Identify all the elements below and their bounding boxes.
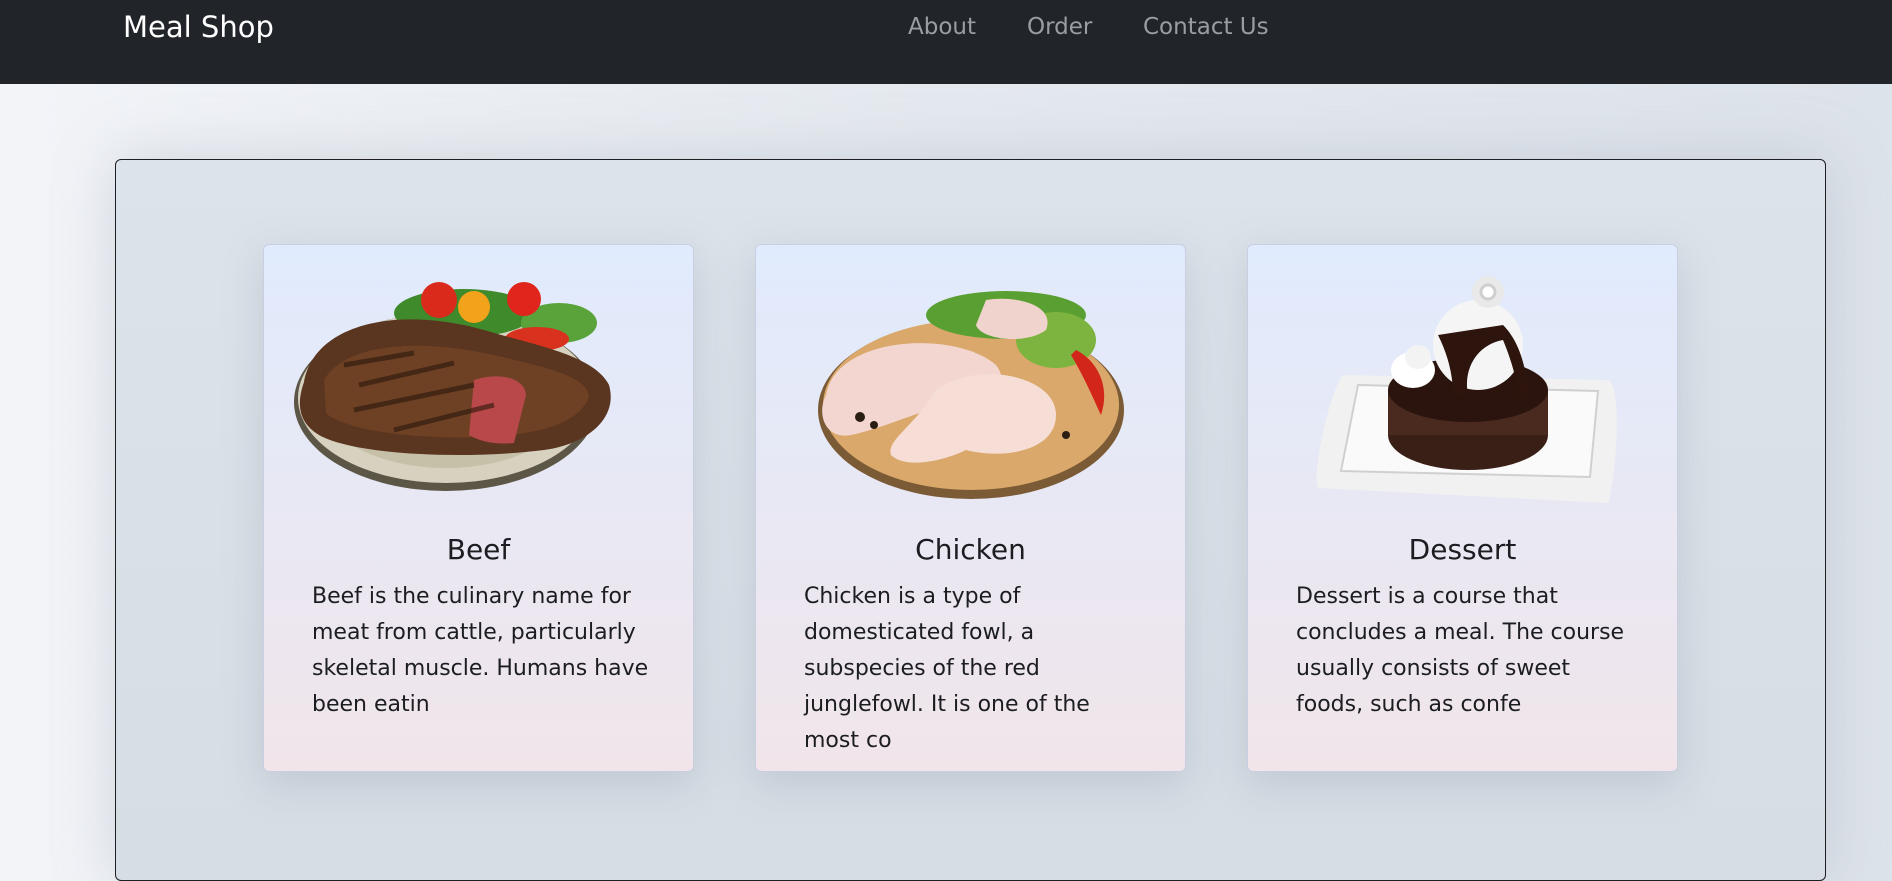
card-title: Chicken	[915, 533, 1026, 566]
nav-links: About Order Contact Us	[0, 14, 1892, 44]
card-description: Beef is the culinary name for meat from …	[312, 584, 649, 717]
meal-card-chicken[interactable]: Chicken Chicken is a type of domesticate…	[755, 244, 1186, 772]
nav-link-about[interactable]: About	[908, 14, 976, 40]
nav-link-order[interactable]: Order	[1027, 14, 1092, 40]
card-title: Beef	[446, 533, 511, 566]
beef-steak-plate-image	[294, 282, 611, 491]
meal-card-dessert[interactable]: Dessert Dessert is a course that conclud…	[1247, 244, 1678, 772]
chocolate-cake-plate-image	[1316, 276, 1617, 503]
card-description: Dessert is a course that concludes a mea…	[1296, 584, 1625, 717]
navbar: Meal Shop About Order Contact Us	[0, 0, 1892, 84]
card-title: Dessert	[1408, 533, 1517, 566]
card-description: Chicken is a type of domesticated fowl, …	[804, 584, 1090, 753]
nav-link-contact-us[interactable]: Contact Us	[1143, 14, 1269, 40]
raw-chicken-legs-board-image	[818, 291, 1124, 499]
meal-card-beef[interactable]: Beef Beef is the culinary name for meat …	[263, 244, 694, 772]
